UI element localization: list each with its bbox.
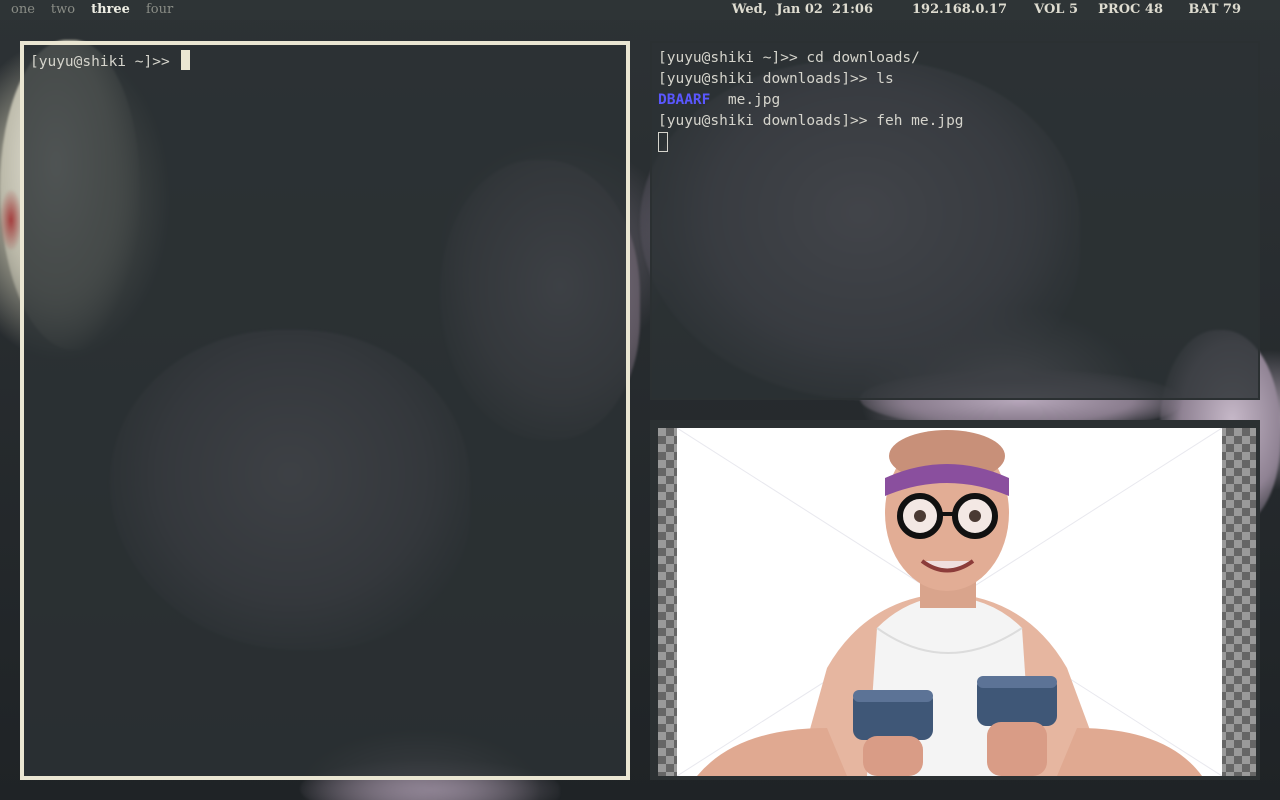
- photo-illustration: [677, 428, 1222, 776]
- workspace-four[interactable]: four: [146, 0, 173, 20]
- terminal-prompt: [yuyu@shiki ~]>>: [30, 54, 179, 70]
- terminal-window-right[interactable]: [yuyu@shiki ~]>> cd downloads/ [yuyu@shik…: [650, 41, 1260, 400]
- file-entry: me.jpg: [727, 92, 781, 108]
- workspace-list: one two three four: [11, 0, 189, 20]
- image-viewer-window[interactable]: [650, 420, 1260, 780]
- clock: Wed, Jan 02 21:06: [731, 2, 873, 17]
- status-bar: one two three four Wed, Jan 02 21:06 192…: [0, 0, 1280, 20]
- workspace-one[interactable]: one: [11, 0, 35, 20]
- battery-indicator: BAT 79: [1188, 2, 1241, 17]
- workspace-two[interactable]: two: [51, 0, 75, 20]
- wallpaper-flower: [0, 190, 22, 250]
- terminal-cursor-line: [658, 132, 1252, 155]
- ls-output: DBAARF me.jpg: [658, 90, 1252, 111]
- workspace-three[interactable]: three: [91, 0, 130, 20]
- directory-entry: DBAARF: [658, 92, 711, 108]
- terminal-line: [yuyu@shiki ~]>> cd downloads/: [658, 50, 920, 66]
- volume-indicator: VOL 5: [1034, 2, 1078, 17]
- text-cursor: [658, 132, 668, 152]
- process-count: PROC 48: [1098, 2, 1163, 17]
- ip-address: 192.168.0.17: [912, 2, 1007, 17]
- terminal-line: [yuyu@shiki downloads]>> ls: [658, 71, 894, 87]
- terminal-window-left[interactable]: [yuyu@shiki ~]>>: [20, 41, 630, 780]
- terminal-line: [yuyu@shiki downloads]>> feh me.jpg: [658, 113, 964, 129]
- viewer-photo: [677, 428, 1222, 776]
- text-cursor: [181, 50, 191, 70]
